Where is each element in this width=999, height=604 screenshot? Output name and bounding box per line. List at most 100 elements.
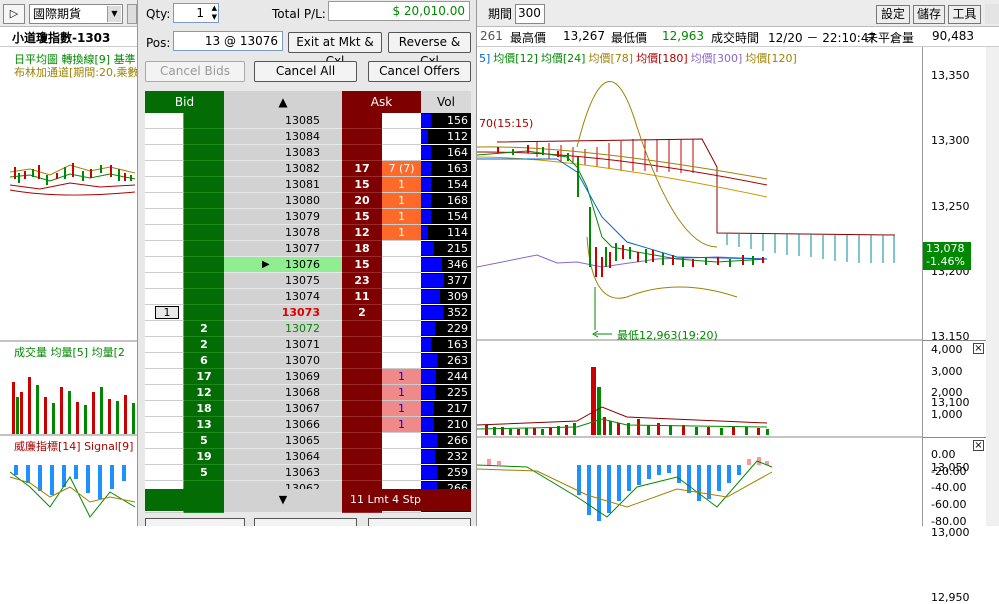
qty-input[interactable]: 1 ▲ ▼	[173, 3, 219, 23]
price-cell[interactable]: 13080	[224, 193, 342, 209]
my-bid-cell[interactable]	[145, 177, 184, 193]
bid-size-cell[interactable]	[184, 225, 224, 241]
price-cell[interactable]: 13064	[224, 449, 342, 465]
volume-cell[interactable]: 156	[421, 113, 471, 129]
my-ask-cell[interactable]	[382, 113, 421, 129]
ask-size-cell[interactable]	[342, 369, 382, 385]
ladder-row[interactable]: 2 13072 229	[145, 321, 471, 337]
ask-size-cell[interactable]	[342, 129, 382, 145]
ladder-row[interactable]: 13077 18 215	[145, 241, 471, 257]
my-ask-cell[interactable]	[382, 289, 421, 305]
volume-cell[interactable]: 215	[421, 241, 471, 257]
ladder-row[interactable]: 13075 23 377	[145, 273, 471, 289]
ask-size-cell[interactable]	[342, 353, 382, 369]
ladder-row[interactable]: 13074 11 309	[145, 289, 471, 305]
bid-size-cell[interactable]	[184, 145, 224, 161]
price-cell[interactable]: 13079	[224, 209, 342, 225]
ladder-row[interactable]: 13079 15 1 154	[145, 209, 471, 225]
ask-size-cell[interactable]	[342, 433, 382, 449]
price-cell[interactable]: 13077	[224, 241, 342, 257]
ask-size-cell[interactable]: 2	[342, 305, 382, 321]
my-bid-cell[interactable]	[145, 273, 184, 289]
my-bid-cell[interactable]	[145, 401, 184, 417]
ladder-row[interactable]: 13082 17 7 (7) 163	[145, 161, 471, 177]
ask-size-cell[interactable]: 15	[342, 209, 382, 225]
market-select[interactable]: 國際期貨 ▼	[29, 4, 123, 24]
my-bid-cell[interactable]	[145, 385, 184, 401]
my-ask-cell[interactable]: 7 (7)	[382, 161, 421, 177]
bid-size-cell[interactable]	[184, 193, 224, 209]
my-ask-cell[interactable]	[382, 433, 421, 449]
volume-cell[interactable]: 232	[421, 449, 471, 465]
bid-size-cell[interactable]: 6	[184, 353, 224, 369]
price-cell[interactable]: 13063	[224, 465, 342, 481]
bid-size-cell[interactable]: 13	[184, 417, 224, 433]
bid-size-cell[interactable]: 2	[184, 337, 224, 353]
my-ask-cell[interactable]	[382, 353, 421, 369]
my-bid-cell[interactable]	[145, 113, 184, 129]
price-cell[interactable]: 13084	[224, 129, 342, 145]
my-ask-cell[interactable]: 1	[382, 401, 421, 417]
close-volume-icon[interactable]: ×	[973, 343, 984, 354]
my-ask-cell[interactable]: 1	[382, 209, 421, 225]
my-bid-cell[interactable]	[145, 257, 184, 273]
cancel-bids-button[interactable]: Cancel Bids	[145, 61, 245, 82]
ladder-row[interactable]: 13083 164	[145, 145, 471, 161]
my-bid-cell[interactable]	[145, 353, 184, 369]
ladder-row[interactable]: 5 13065 266	[145, 433, 471, 449]
price-cell[interactable]: 13085	[224, 113, 342, 129]
my-bid-cell[interactable]	[145, 417, 184, 433]
ladder-row[interactable]: 5 13063 259	[145, 465, 471, 481]
volume-cell[interactable]: 163	[421, 161, 471, 177]
my-ask-cell[interactable]	[382, 465, 421, 481]
bid-size-cell[interactable]	[184, 129, 224, 145]
price-cell[interactable]: 13065	[224, 433, 342, 449]
price-cell[interactable]: 13074	[224, 289, 342, 305]
my-bid-cell[interactable]	[145, 193, 184, 209]
ask-size-cell[interactable]: 23	[342, 273, 382, 289]
bottom-button-mid[interactable]	[254, 518, 357, 526]
exit-at-market-button[interactable]: Exit at Mkt & Cxl	[288, 32, 382, 68]
volume-cell[interactable]: 229	[421, 321, 471, 337]
price-cell[interactable]: 13066	[224, 417, 342, 433]
my-ask-cell[interactable]	[382, 257, 421, 273]
my-bid-cell[interactable]	[145, 449, 184, 465]
volume-cell[interactable]: 352	[421, 305, 471, 321]
right-scrollbar[interactable]	[986, 47, 999, 526]
bid-size-cell[interactable]	[184, 289, 224, 305]
bid-size-cell[interactable]	[184, 305, 224, 321]
volume-cell[interactable]: 168	[421, 193, 471, 209]
price-cell[interactable]: 13072	[224, 321, 342, 337]
my-ask-cell[interactable]: 1	[382, 225, 421, 241]
ladder-row[interactable]: 12 13068 1 225	[145, 385, 471, 401]
my-bid-cell[interactable]	[145, 129, 184, 145]
my-bid-cell[interactable]	[145, 145, 184, 161]
volume-cell[interactable]: 164	[421, 145, 471, 161]
my-bid-cell[interactable]	[145, 289, 184, 305]
volume-cell[interactable]: 163	[421, 337, 471, 353]
volume-cell[interactable]: 154	[421, 177, 471, 193]
cancel-all-button[interactable]: Cancel All	[254, 61, 357, 82]
bid-size-cell[interactable]	[184, 113, 224, 129]
close-williams-icon[interactable]: ×	[973, 440, 984, 451]
ask-size-cell[interactable]	[342, 113, 382, 129]
my-ask-cell[interactable]: 1	[382, 385, 421, 401]
save-button[interactable]: 儲存	[913, 5, 945, 24]
price-cell[interactable]: 13071	[224, 337, 342, 353]
my-ask-cell[interactable]	[382, 321, 421, 337]
ladder-row[interactable]: 13078 12 1 114	[145, 225, 471, 241]
price-cell[interactable]: 13081	[224, 177, 342, 193]
my-ask-cell[interactable]	[382, 145, 421, 161]
bid-size-cell[interactable]	[184, 161, 224, 177]
my-ask-cell[interactable]	[382, 305, 421, 321]
ask-size-cell[interactable]	[342, 401, 382, 417]
price-cell[interactable]: 13076 ▶	[224, 257, 342, 273]
bid-size-cell[interactable]: 5	[184, 465, 224, 481]
my-bid-cell[interactable]	[145, 433, 184, 449]
ladder-row[interactable]: 18 13067 1 217	[145, 401, 471, 417]
ladder-row[interactable]: 17 13069 1 244	[145, 369, 471, 385]
ladder-row[interactable]: 13 13066 1 210	[145, 417, 471, 433]
ask-size-cell[interactable]: 15	[342, 257, 382, 273]
reverse-button[interactable]: Reverse & Cxl	[388, 32, 471, 68]
bid-size-cell[interactable]	[184, 209, 224, 225]
